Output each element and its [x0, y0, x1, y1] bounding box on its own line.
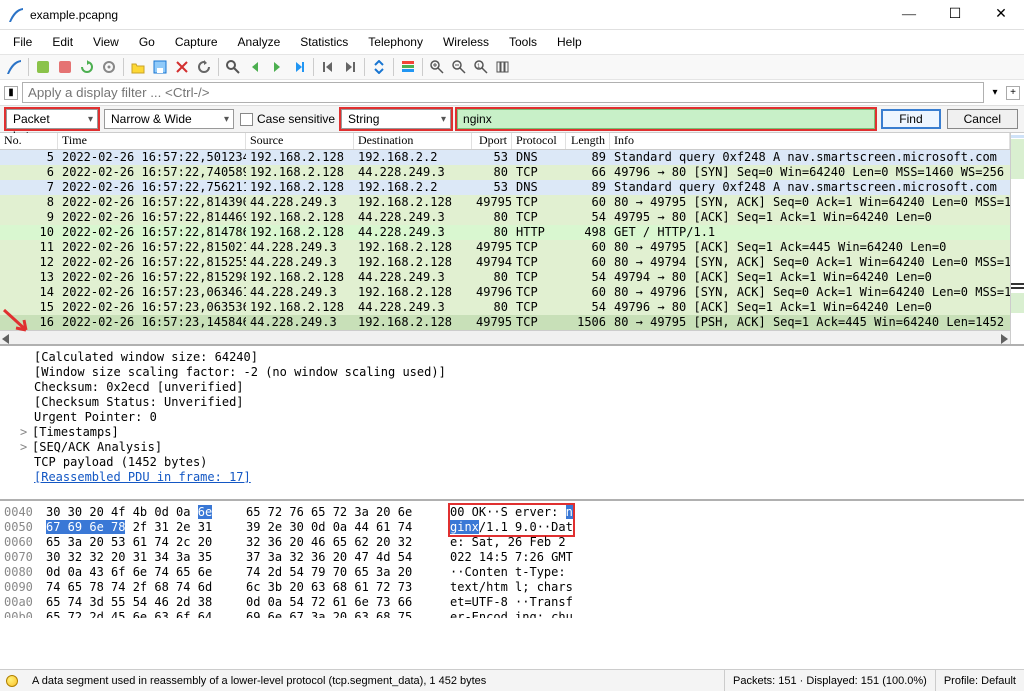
packet-list[interactable]: No. Time Source Destination Dport Protoc… — [0, 133, 1010, 344]
find-button[interactable]: Find — [881, 109, 940, 129]
status-bar: A data segment used in reassembly of a l… — [0, 669, 1024, 691]
detail-link[interactable]: [Reassembled PDU in frame: 17] — [8, 470, 1016, 485]
status-message: A data segment used in reassembly of a l… — [24, 670, 724, 691]
open-file-icon[interactable] — [128, 57, 148, 77]
packet-row[interactable]: 162022-02-26 16:57:23,14584644.228.249.3… — [0, 315, 1010, 330]
window-title: example.pcapng — [30, 8, 886, 22]
capture-stop-icon[interactable] — [55, 57, 75, 77]
detail-line[interactable]: Urgent Pointer: 0 — [8, 410, 1016, 425]
main-toolbar: 1 — [0, 54, 1024, 80]
find-input[interactable] — [457, 109, 875, 129]
status-profile[interactable]: Profile: Default — [935, 670, 1024, 691]
detail-line[interactable]: [Checksum Status: Unverified] — [8, 395, 1016, 410]
go-prev-icon[interactable] — [245, 57, 265, 77]
reload-icon[interactable] — [194, 57, 214, 77]
packet-row[interactable]: 142022-02-26 16:57:23,06346144.228.249.3… — [0, 285, 1010, 300]
packet-hscroll[interactable] — [0, 330, 1010, 344]
col-length[interactable]: Length — [566, 133, 610, 149]
app-icon — [8, 7, 24, 23]
col-destination[interactable]: Destination — [354, 133, 472, 149]
packet-row[interactable]: 72022-02-26 16:57:22,756211192.168.2.128… — [0, 180, 1010, 195]
find-bar: Packet bytes Narrow & Wide Case sensitiv… — [0, 106, 1024, 133]
zoom-reset-icon[interactable]: 1 — [471, 57, 491, 77]
go-jump-icon[interactable] — [289, 57, 309, 77]
detail-expandable[interactable]: [Timestamps] — [8, 425, 1016, 440]
col-time[interactable]: Time — [58, 133, 246, 149]
packet-row[interactable]: 152022-02-26 16:57:23,063536192.168.2.12… — [0, 300, 1010, 315]
menu-help[interactable]: Help — [548, 32, 591, 52]
go-first-icon[interactable] — [318, 57, 338, 77]
find-charset-combo[interactable]: Narrow & Wide — [104, 109, 234, 129]
menu-edit[interactable]: Edit — [43, 32, 82, 52]
save-file-icon[interactable] — [150, 57, 170, 77]
packet-list-header[interactable]: No. Time Source Destination Dport Protoc… — [0, 133, 1010, 150]
cancel-button[interactable]: Cancel — [947, 109, 1018, 129]
detail-line[interactable]: [Window size scaling factor: -2 (no wind… — [8, 365, 1016, 380]
display-filter-input[interactable] — [22, 82, 984, 103]
maximize-button[interactable]: ☐ — [932, 0, 978, 30]
menu-tools[interactable]: Tools — [500, 32, 546, 52]
packet-row[interactable]: 102022-02-26 16:57:22,814786192.168.2.12… — [0, 225, 1010, 240]
col-dport[interactable]: Dport — [472, 133, 512, 149]
find-type-combo[interactable]: String — [341, 109, 451, 129]
menu-file[interactable]: File — [4, 32, 41, 52]
packet-row[interactable]: 62022-02-26 16:57:22,740589192.168.2.128… — [0, 165, 1010, 180]
resize-cols-icon[interactable] — [493, 57, 513, 77]
filter-add-icon[interactable]: + — [1006, 86, 1020, 100]
detail-line[interactable]: Checksum: 0x2ecd [unverified] — [8, 380, 1016, 395]
close-file-icon[interactable] — [172, 57, 192, 77]
title-bar: example.pcapng — ☐ ✕ — [0, 0, 1024, 30]
packet-row[interactable]: 82022-02-26 16:57:22,81439044.228.249.31… — [0, 195, 1010, 210]
col-info[interactable]: Info — [610, 133, 1010, 149]
packet-row[interactable]: 52022-02-26 16:57:22,501234192.168.2.128… — [0, 150, 1010, 165]
zoom-out-icon[interactable] — [449, 57, 469, 77]
packet-row[interactable]: 92022-02-26 16:57:22,814469192.168.2.128… — [0, 210, 1010, 225]
detail-line[interactable]: [Calculated window size: 64240] — [8, 350, 1016, 365]
col-protocol[interactable]: Protocol — [512, 133, 566, 149]
expert-info-led-icon[interactable] — [6, 675, 18, 687]
col-no[interactable]: No. — [0, 133, 58, 149]
menu-statistics[interactable]: Statistics — [291, 32, 357, 52]
bookmark-icon[interactable]: ▮ — [4, 86, 18, 100]
detail-expandable[interactable]: [SEQ/ACK Analysis] — [8, 440, 1016, 455]
packet-row[interactable]: 132022-02-26 16:57:22,815298192.168.2.12… — [0, 270, 1010, 285]
packet-row[interactable]: 112022-02-26 16:57:22,81502144.228.249.3… — [0, 240, 1010, 255]
start-capture-icon[interactable] — [4, 57, 24, 77]
minimap[interactable] — [1010, 133, 1024, 344]
detail-line[interactable]: TCP payload (1452 bytes) — [8, 455, 1016, 470]
capture-restart-icon[interactable] — [77, 57, 97, 77]
filter-expr-dropdown-icon[interactable]: ▾ — [988, 86, 1002, 100]
colorize-icon[interactable] — [398, 57, 418, 77]
bytes-hex-col1[interactable]: 30 30 20 4f 4b 0d 0a 6e67 69 6e 78 2f 31… — [46, 505, 246, 614]
close-button[interactable]: ✕ — [978, 0, 1024, 30]
status-packets: Packets: 151 · Displayed: 151 (100.0%) — [724, 670, 935, 691]
menu-view[interactable]: View — [84, 32, 128, 52]
menu-wireless[interactable]: Wireless — [434, 32, 498, 52]
col-source[interactable]: Source — [246, 133, 354, 149]
menu-analyze[interactable]: Analyze — [229, 32, 290, 52]
bytes-ascii[interactable]: 00 OK··S erver: nginx/1.1 9.0··Date: Sat… — [450, 505, 610, 614]
capture-options-icon[interactable] — [99, 57, 119, 77]
minimize-button[interactable]: — — [886, 0, 932, 30]
menu-go[interactable]: Go — [130, 32, 164, 52]
zoom-in-icon[interactable] — [427, 57, 447, 77]
menu-bar: File Edit View Go Capture Analyze Statis… — [0, 30, 1024, 54]
bytes-hex-col2[interactable]: 65 72 76 65 72 3a 20 6e39 2e 30 0d 0a 44… — [246, 505, 450, 614]
packet-bytes[interactable]: 00400050006000700080009000a000b0 30 30 2… — [0, 501, 1024, 618]
find-scope-combo[interactable]: Packet bytes — [6, 109, 98, 129]
menu-capture[interactable]: Capture — [166, 32, 227, 52]
packet-row[interactable]: 122022-02-26 16:57:22,81525544.228.249.3… — [0, 255, 1010, 270]
display-filter-bar: ▮ ▾ + — [0, 80, 1024, 106]
capture-start-icon[interactable] — [33, 57, 53, 77]
find-icon[interactable] — [223, 57, 243, 77]
autoscroll-icon[interactable] — [369, 57, 389, 77]
menu-telephony[interactable]: Telephony — [359, 32, 432, 52]
case-sensitive-label: Case sensitive — [257, 112, 335, 126]
bytes-offsets: 00400050006000700080009000a000b0 — [4, 505, 46, 614]
go-last-icon[interactable] — [340, 57, 360, 77]
packet-details[interactable]: [Calculated window size: 64240] [Window … — [0, 346, 1024, 501]
go-next-icon[interactable] — [267, 57, 287, 77]
case-sensitive-checkbox[interactable]: Case sensitive — [240, 112, 335, 126]
